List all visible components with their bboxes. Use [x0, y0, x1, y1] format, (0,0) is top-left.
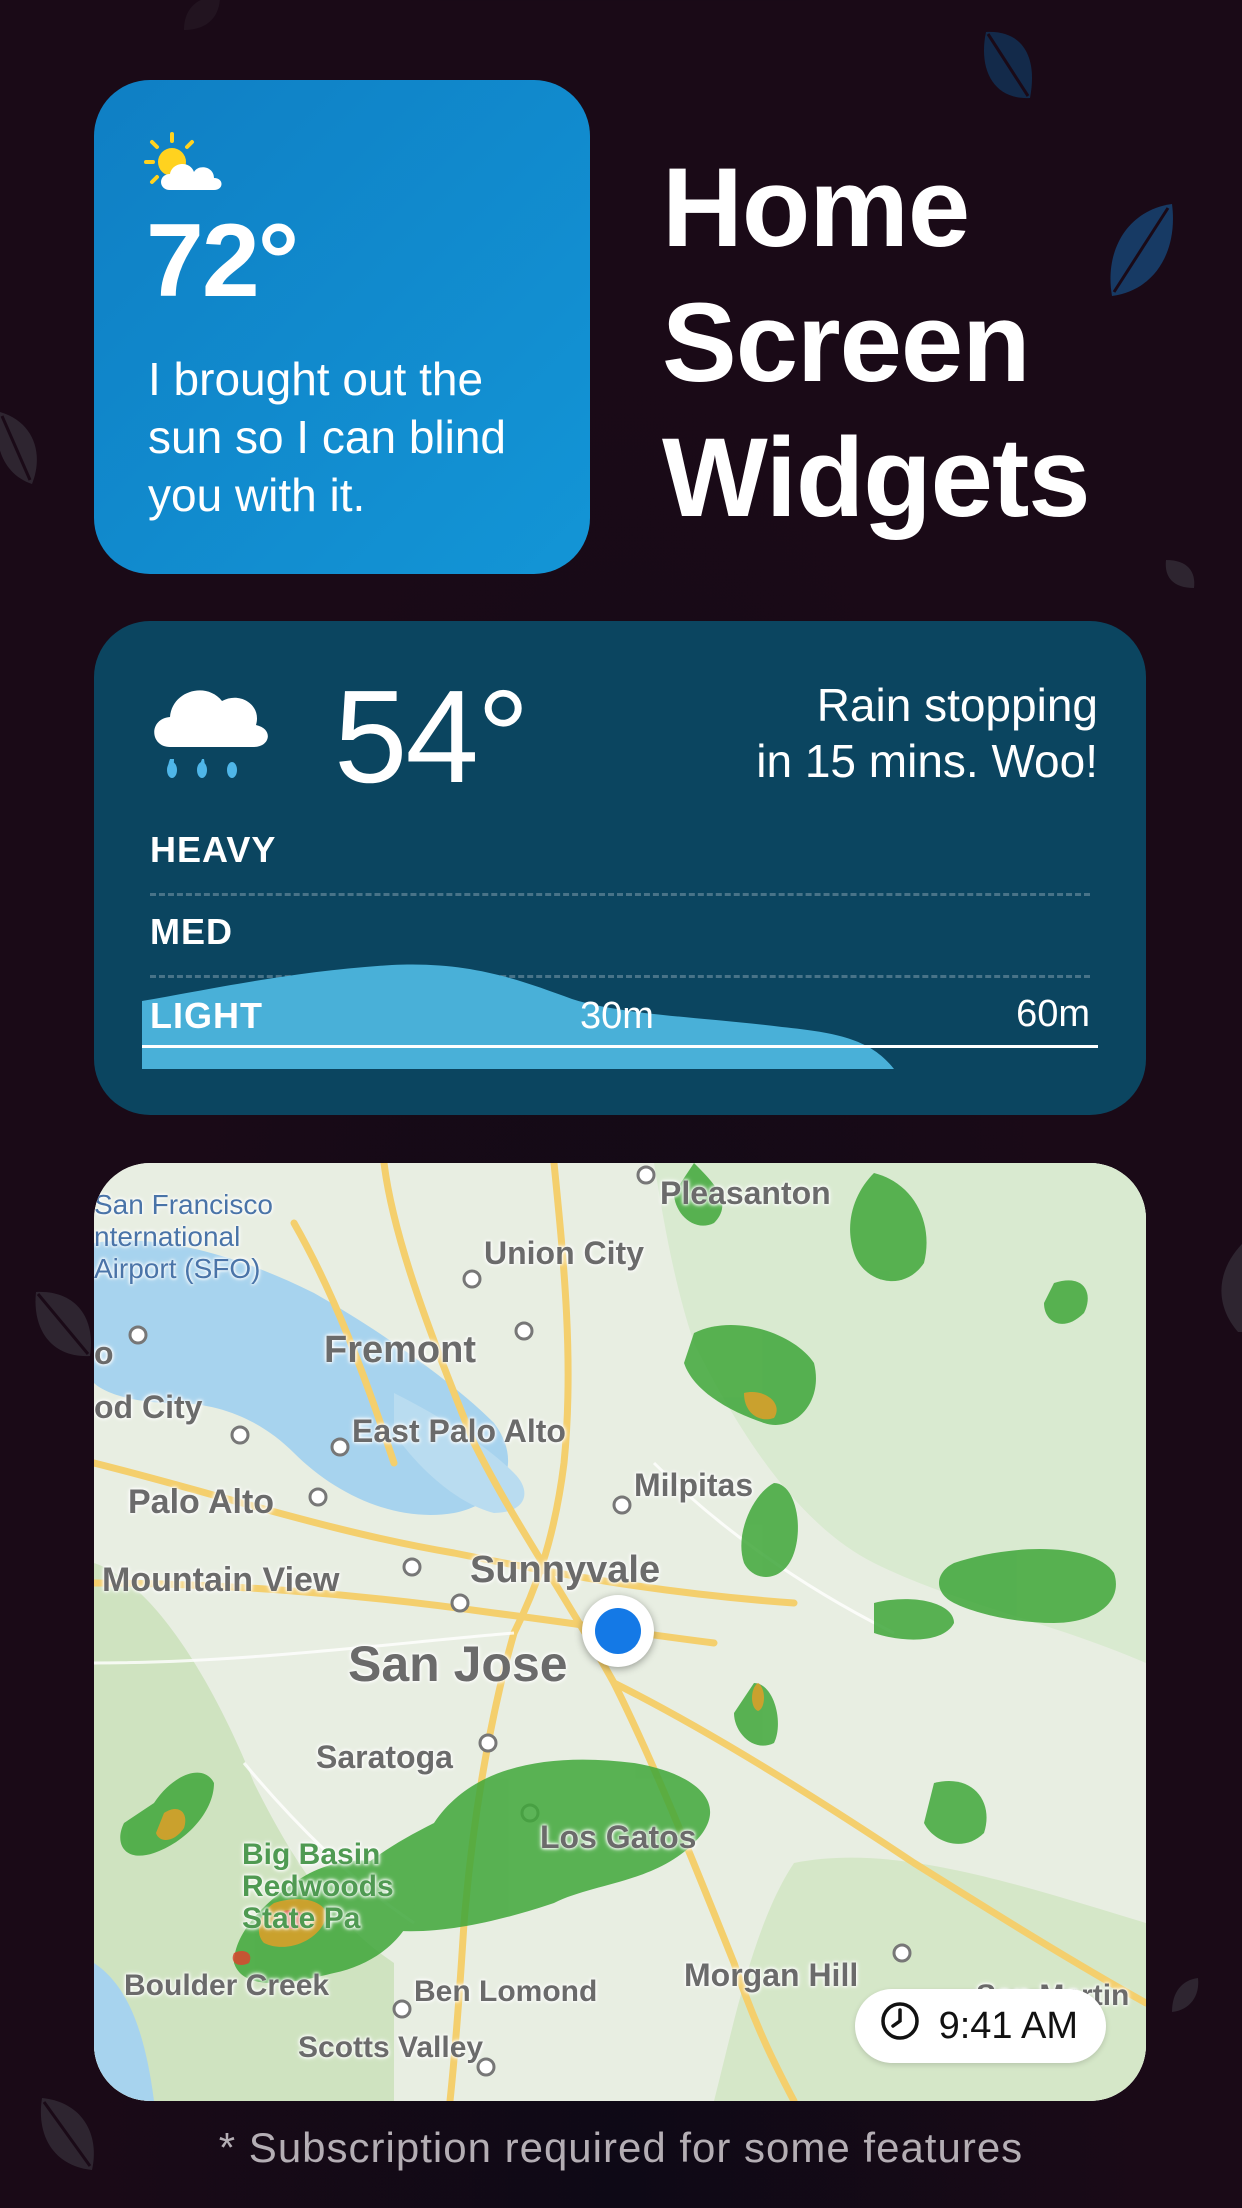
map-label-sfo-line: nternational	[94, 1221, 241, 1252]
map-label-scotts-valley: Scotts Valley	[298, 2031, 484, 2064]
partly-sunny-icon	[144, 132, 224, 199]
map-label-san-jose: San Jose	[348, 1636, 568, 1692]
time-tick-30m: 30m	[580, 995, 654, 1037]
map-label-edge: o	[94, 1335, 114, 1371]
map-label-ben-lomond: Ben Lomond	[414, 1975, 598, 2008]
map-label-big-basin-line: State Pa	[242, 1902, 361, 1935]
map-label-union-city: Union City	[484, 1235, 644, 1271]
clock-icon	[879, 2000, 921, 2052]
precipitation-widget[interactable]: 54° Rain stopping in 15 mins. Woo! HEAVY…	[94, 621, 1146, 1115]
map-label-milpitas: Milpitas	[634, 1467, 754, 1503]
leaf-decoration-icon	[180, 0, 224, 34]
map-label-east-palo-alto: East Palo Alto	[352, 1413, 566, 1449]
current-weather-widget[interactable]: 72° I brought out the sun so I can blind…	[94, 80, 590, 574]
radar-time-badge[interactable]: 9:41 AM	[854, 1989, 1106, 2063]
current-location-icon[interactable]	[582, 1595, 654, 1667]
map-label-los-gatos: Los Gatos	[540, 1819, 697, 1855]
chart-baseline	[142, 1045, 1098, 1048]
map-label-mountain-view: Mountain View	[102, 1561, 340, 1599]
map-label-redwood-city: od City	[94, 1389, 203, 1425]
map-label-sfo-line: San Francisco	[94, 1189, 273, 1220]
headline-line: Screen	[662, 280, 1031, 405]
time-tick-60m: 60m	[1016, 993, 1090, 1035]
leaf-decoration-icon	[1162, 556, 1198, 592]
rain-message: Rain stopping in 15 mins. Woo!	[598, 677, 1098, 789]
radar-time: 9:41 AM	[938, 2004, 1078, 2047]
leaf-decoration-icon	[1208, 1236, 1242, 1336]
map-label-palo-alto: Palo Alto	[128, 1483, 275, 1521]
map-label-morgan-hill: Morgan Hill	[684, 1957, 859, 1993]
map-label-big-basin-line: Redwoods	[242, 1870, 394, 1903]
rain-message-line: Rain stopping	[816, 679, 1098, 731]
leaf-decoration-icon	[30, 1286, 100, 1362]
rain-cloud-icon	[144, 673, 272, 794]
map-label-big-basin-line: Big Basin	[242, 1838, 381, 1871]
map-label-boulder-creek: Boulder Creek	[124, 1969, 330, 2002]
current-temperature: 54°	[334, 663, 530, 810]
map-label-fremont: Fremont	[324, 1329, 476, 1371]
map-label-sunnyvale: Sunnyvale	[470, 1549, 661, 1591]
map-label-pleasanton: Pleasanton	[660, 1175, 831, 1211]
radar-map-widget[interactable]: San Francisco nternational Airport (SFO)…	[94, 1163, 1146, 2101]
map-label-big-basin: Big Basin Redwoods State Pa	[242, 1839, 394, 1935]
current-temperature: 72°	[146, 203, 299, 319]
subscription-footnote: * Subscription required for some feature…	[218, 2124, 1024, 2171]
rain-message-line: in 15 mins. Woo!	[756, 735, 1098, 787]
map-label-sfo-line: Airport (SFO)	[94, 1253, 261, 1284]
headline-line: Widgets	[662, 415, 1091, 540]
intensity-label-heavy: HEAVY	[150, 829, 277, 870]
intensity-label-light: LIGHT	[150, 995, 263, 1036]
map-label-saratoga: Saratoga	[316, 1739, 453, 1775]
headline-line: Home	[662, 145, 970, 270]
intensity-gridline	[150, 893, 1090, 896]
weather-quip: I brought out the sun so I can blind you…	[148, 353, 507, 521]
map-label-sfo: San Francisco nternational Airport (SFO)	[94, 1189, 273, 1285]
leaf-decoration-icon	[976, 26, 1040, 106]
leaf-decoration-icon	[0, 408, 44, 488]
page-headline: Home Screen Widgets	[662, 140, 1182, 545]
leaf-decoration-icon	[1168, 1976, 1202, 2016]
